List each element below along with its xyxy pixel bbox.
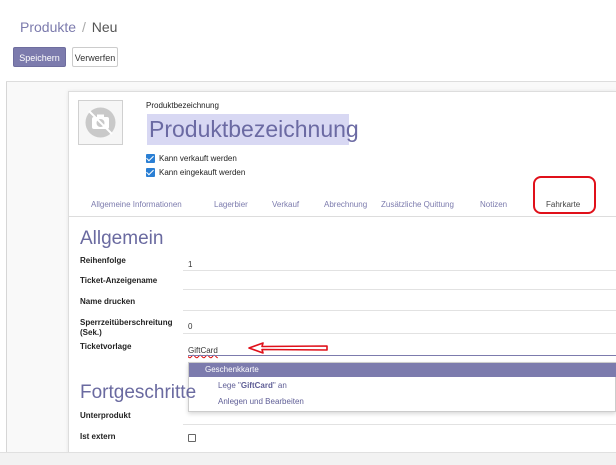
breadcrumb-separator: / [81,19,86,35]
discard-button[interactable]: Verwerfen [72,47,118,67]
dropdown-option-giftcard[interactable]: Geschenkkarte [189,363,616,377]
print-name-label: Name drucken [80,297,136,306]
tab-invoicing[interactable]: Abrechnung [324,200,367,209]
tab-general-information[interactable]: Allgemeine Informationen [91,200,182,209]
product-name-label: Produktbezeichnung [146,101,219,110]
can-be-sold-checkbox-row[interactable]: Kann verkauft werden [146,154,237,163]
ticket-template-label: Ticketvorlage [80,342,132,351]
create-option-term: GiftCard [240,381,273,390]
can-be-purchased-checkbox-row[interactable]: Kann eingekauft werden [146,168,245,177]
dropdown-option-create-and-edit[interactable]: Anlegen und Bearbeiten [189,395,616,409]
breadcrumb-parent-link[interactable]: Produkte [20,19,76,35]
create-option-suffix: " an [272,381,287,390]
checkbox-checked-icon[interactable] [146,168,155,177]
is-external-label: Ist extern [80,432,116,441]
sub-product-underline [183,424,616,425]
sub-product-label: Unterprodukt [80,411,131,420]
checkbox-checked-icon[interactable] [146,154,155,163]
ticket-template-input[interactable]: GiftCard [188,346,218,355]
breadcrumb-current: Neu [91,19,118,35]
product-name-input[interactable]: Produktbezeichnung [147,114,359,145]
tab-sales[interactable]: Verkauf [272,200,299,209]
tab-inventory[interactable]: Lagerbier [214,200,248,209]
annotation-arrow-icon [248,342,328,354]
save-button[interactable]: Speichern [13,47,66,67]
annotation-highlight-box [533,176,596,214]
can-be-purchased-label: Kann eingekauft werden [159,168,246,177]
autocomplete-dropdown: Geschenkkarte Lege "GiftCard" an Anlegen… [188,362,616,412]
product-image-placeholder[interactable] [78,100,123,145]
sequence-underline [183,270,616,271]
camera-icon [85,107,116,138]
create-option-prefix: Lege " [218,381,241,390]
tab-notes[interactable]: Notizen [480,200,507,209]
lock-timeout-label: Sperrzeitüberschreitung (Sek.) [80,318,173,337]
lock-timeout-underline [183,333,616,334]
sequence-label: Reihenfolge [80,256,126,265]
breadcrumb: Produkte / Neu [20,19,117,35]
lock-timeout-input[interactable]: 0 [188,322,192,331]
sequence-input[interactable]: 1 [188,260,192,269]
advanced-section-title: Fortgeschritte [80,382,197,403]
ticket-display-name-underline [183,289,616,290]
bottom-bar [0,452,616,465]
dropdown-option-create[interactable]: Lege "GiftCard" an [189,379,616,393]
print-name-underline [183,310,616,311]
ticket-template-underline [188,355,616,356]
tab-additional-receipt[interactable]: Zusätzliche Quittung [381,200,454,209]
ticket-display-name-label: Ticket-Anzeigename [80,276,158,285]
is-external-checkbox[interactable] [188,434,196,442]
can-be-sold-label: Kann verkauft werden [159,154,237,163]
general-section-title: Allgemein [80,228,164,249]
